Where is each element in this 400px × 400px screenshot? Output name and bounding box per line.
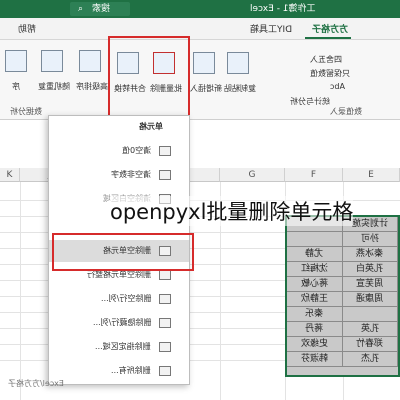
delete-hidden-icon xyxy=(159,318,171,328)
round-label[interactable]: 四舍五入 xyxy=(310,54,342,65)
table-cell[interactable]: 郑春竹 xyxy=(343,337,398,352)
keep-values-label[interactable]: 只保留数值 xyxy=(310,68,350,79)
sort-icon xyxy=(5,50,27,72)
table-cell[interactable]: 秦乐 xyxy=(287,307,343,322)
column-header[interactable]: G xyxy=(220,168,285,182)
menu-item-delete-all[interactable]: 删除所有... xyxy=(49,360,189,382)
table-cell[interactable]: 周康通 xyxy=(343,292,398,307)
ribbon: 序 随机重复 高级排序 合并转换 批量删除 新增插入 复制粘贴 四舍五入 只保留… xyxy=(0,36,400,120)
title-bar: ⌕ 搜索 工作簿1 - Excel xyxy=(0,0,400,18)
insert-icon xyxy=(193,52,215,74)
menu-item-clear-nonnumeric[interactable]: 清空非数字 xyxy=(49,164,189,186)
table-cell[interactable]: 孙可 xyxy=(343,232,398,247)
copy-paste-button[interactable]: 复制粘贴 xyxy=(224,48,256,106)
clear-icon xyxy=(159,146,171,156)
delete-rowcol-icon xyxy=(159,294,171,304)
abc-label[interactable]: Abc xyxy=(330,82,345,91)
table-cell[interactable]: 孔英 xyxy=(343,322,398,337)
table-cell[interactable]: 蒋心敏 xyxy=(287,277,343,292)
column-header[interactable]: K xyxy=(0,168,20,182)
table-cell[interactable]: 蒋丹 xyxy=(287,322,343,337)
table-cell[interactable] xyxy=(343,307,398,322)
random-button[interactable]: 随机重复 xyxy=(38,46,70,104)
delete-range-icon xyxy=(159,342,171,352)
delete-all-icon xyxy=(159,366,171,376)
table-cell[interactable]: 周芜宣 xyxy=(343,277,398,292)
insert-button[interactable]: 新增插入 xyxy=(190,48,222,106)
tab-help[interactable]: 帮助 xyxy=(18,22,36,35)
table-cell[interactable]: 王静欣 xyxy=(287,292,343,307)
search-label: 搜索 xyxy=(92,4,111,14)
search-icon: ⌕ xyxy=(78,4,84,14)
table-cell[interactable]: 秦冰燕 xyxy=(343,247,398,262)
stats-label[interactable]: 统计与分析 xyxy=(290,96,330,107)
table-cell[interactable] xyxy=(287,232,343,247)
clear-icon xyxy=(159,170,171,180)
group-label-data-entry: 数值录入 xyxy=(330,107,362,116)
table-cell[interactable]: 孔英白 xyxy=(343,262,398,277)
column-header[interactable]: E xyxy=(343,168,400,182)
ribbon-tabs: 帮助 DIY工具箱 方方格子 xyxy=(0,18,400,40)
tab-diy-toolbox[interactable]: DIY工具箱 xyxy=(250,22,292,35)
table-cell[interactable]: 孔杰 xyxy=(343,352,398,367)
menu-item-delete-hidden[interactable]: 删除隐藏行/列... xyxy=(49,312,189,334)
active-tab-indicator xyxy=(305,37,351,39)
grid-col-line xyxy=(20,182,21,400)
watermark: Excel/方方格子 xyxy=(8,379,64,388)
tab-fangfang[interactable]: 方方格子 xyxy=(312,22,348,35)
sort-button[interactable]: 序 xyxy=(2,46,30,104)
group-label-data-analysis: 数据分析 xyxy=(10,107,42,116)
table-cell[interactable]: 史缘欢 xyxy=(287,337,343,352)
menu-item-delete-range[interactable]: 删除指定区域... xyxy=(49,336,189,358)
random-icon xyxy=(41,50,63,72)
menu-section-title: 单元格 xyxy=(139,122,163,131)
menu-item-clear-zero[interactable]: 清空0值 xyxy=(49,140,189,162)
table-cell[interactable]: 尤静 xyxy=(287,247,343,262)
advanced-sort-button[interactable]: 高级排序 xyxy=(76,46,108,104)
menu-item-delete-blank-rowcol[interactable]: 删除空行/列... xyxy=(49,288,189,310)
overlay-title: openpyxl批量删除单元格 xyxy=(110,196,354,226)
column-header[interactable]: F xyxy=(285,168,343,182)
table-cell[interactable]: 韩淑芬 xyxy=(287,352,343,367)
selected-data-range[interactable]: 计划实施 孙可 尤静 秦冰燕 沈梅红 孔英白 蒋心敏 周芜宣 王静欣 周康通 秦… xyxy=(285,215,400,377)
ribbon-highlight-box xyxy=(108,36,190,118)
window-title: 工作簿1 - Excel xyxy=(250,4,316,14)
table-cell[interactable]: 沈梅红 xyxy=(287,262,343,277)
search-box[interactable]: ⌕ 搜索 xyxy=(70,2,130,16)
delete-rows-icon xyxy=(159,270,171,280)
copy-paste-icon xyxy=(227,52,249,74)
menu-highlight-box xyxy=(52,233,194,271)
advanced-sort-icon xyxy=(79,50,101,72)
